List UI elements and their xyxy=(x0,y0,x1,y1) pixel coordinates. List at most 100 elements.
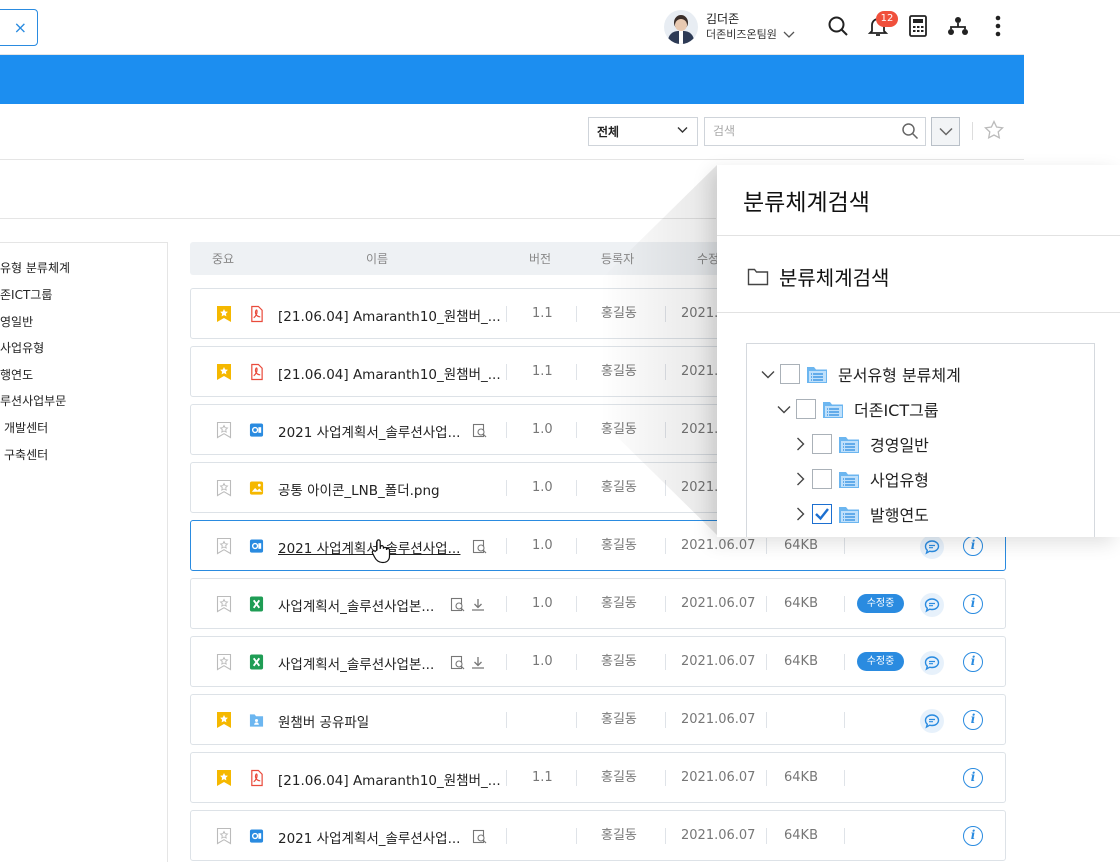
preview-icon[interactable] xyxy=(472,423,488,439)
favorite-star-icon[interactable] xyxy=(983,119,1005,144)
table-row[interactable]: 사업계획서_솔루션사업본... 1.0 홍길동 2021.06.07 64KB 수정중 i xyxy=(190,578,1006,629)
column-divider xyxy=(576,770,577,786)
bookmark-star-outline-icon[interactable] xyxy=(216,537,232,555)
left-tree-item[interactable]: 영일반 xyxy=(0,313,33,330)
comment-button[interactable] xyxy=(920,535,944,559)
info-button[interactable]: i xyxy=(963,826,983,846)
file-name[interactable]: [21.06.04] Amaranth10_원챔버_... xyxy=(278,769,501,789)
search-scope-select[interactable]: 전체 xyxy=(588,117,698,146)
info-button[interactable]: i xyxy=(963,652,983,672)
bookmark-star-icon[interactable] xyxy=(216,305,232,323)
download-icon[interactable] xyxy=(470,597,486,613)
left-tree-item[interactable]: 존ICT그룹 xyxy=(0,286,52,303)
comment-button[interactable] xyxy=(920,709,944,733)
table-row[interactable]: 원챔버 공유파일 홍길동 2021.06.07 i xyxy=(190,694,1006,745)
org-chart-icon[interactable] xyxy=(946,14,970,38)
tree-node-label: 사업유형 xyxy=(870,471,929,490)
preview-icon[interactable] xyxy=(472,539,488,555)
file-name[interactable]: 2021 사업계획서_솔루션사업... xyxy=(278,537,460,557)
chevron-down-icon[interactable] xyxy=(783,31,795,39)
column-header-modified[interactable]: 수정 xyxy=(697,250,719,267)
file-version: 1.1 xyxy=(532,306,553,321)
download-icon[interactable] xyxy=(470,655,486,671)
column-divider xyxy=(844,828,845,844)
comment-button[interactable] xyxy=(920,651,944,675)
left-tree-item[interactable]: 행연도 xyxy=(0,366,33,383)
bookmark-star-outline-icon[interactable] xyxy=(216,653,232,671)
chevron-down-icon[interactable] xyxy=(777,405,791,414)
table-row[interactable]: [21.06.04] Amaranth10_원챔버_... 1.1 홍길동 2021.… xyxy=(190,752,1006,803)
left-tree-item[interactable]: 사업유형 xyxy=(0,339,44,356)
column-header-version[interactable]: 버전 xyxy=(529,250,551,267)
file-name[interactable]: [21.06.04] Amaranth10_원챔버_... xyxy=(278,363,501,383)
file-registrant: 홍길동 xyxy=(601,596,637,611)
info-button[interactable]: i xyxy=(963,710,983,730)
search-scope-value: 전체 xyxy=(597,125,620,139)
tree-checkbox[interactable] xyxy=(796,399,816,419)
info-button[interactable]: i xyxy=(963,594,983,614)
tree-node[interactable]: 사업유형 xyxy=(793,467,929,491)
preview-icon[interactable] xyxy=(472,829,488,845)
column-divider xyxy=(506,422,507,438)
info-button[interactable]: i xyxy=(963,536,983,556)
column-divider xyxy=(766,654,767,670)
tree-node[interactable]: 발행연도 xyxy=(793,502,929,526)
tree-checkbox[interactable] xyxy=(812,504,832,524)
file-name[interactable]: 사업계획서_솔루션사업본... xyxy=(278,653,434,673)
left-tree-item[interactable]: 루션사업부문 xyxy=(0,392,66,409)
chevron-right-icon[interactable] xyxy=(793,437,807,451)
file-name[interactable]: [21.06.04] Amaranth10_원챔버_... xyxy=(278,305,501,325)
bookmark-star-outline-icon[interactable] xyxy=(216,827,232,845)
info-button[interactable]: i xyxy=(963,768,983,788)
bookmark-star-outline-icon[interactable] xyxy=(216,595,232,613)
close-icon[interactable]: × xyxy=(14,18,27,37)
preview-icon[interactable] xyxy=(450,655,466,671)
left-tree-item[interactable]: 구축센터 xyxy=(4,446,48,463)
file-name[interactable]: 공통 아이콘_LNB_폴더.png xyxy=(278,479,440,499)
bookmark-star-icon[interactable] xyxy=(216,769,232,787)
more-icon[interactable] xyxy=(986,14,1010,38)
column-divider xyxy=(844,712,845,728)
table-row[interactable]: 2021 사업계획서_솔루션사업... 홍길동 2021.06.07 64KB i xyxy=(190,810,1006,861)
file-name[interactable]: 사업계획서_솔루션사업본... xyxy=(278,595,434,615)
left-tree-item[interactable]: 개발센터 xyxy=(4,419,48,436)
comment-icon xyxy=(924,714,940,729)
chevron-down-icon[interactable] xyxy=(761,370,775,379)
calculator-icon[interactable] xyxy=(906,14,930,38)
tree-node[interactable]: 더존ICT그룹 xyxy=(777,397,939,421)
search-icon[interactable] xyxy=(901,122,919,140)
bookmark-star-outline-icon[interactable] xyxy=(216,479,232,497)
file-version: 1.0 xyxy=(532,654,553,669)
user-profile[interactable]: 김더존 더존비즈온팀원 xyxy=(664,8,795,46)
tree-checkbox[interactable] xyxy=(780,364,800,384)
advanced-search-toggle[interactable] xyxy=(931,117,960,146)
avatar[interactable] xyxy=(664,10,698,44)
search-input[interactable]: 검색 xyxy=(704,117,926,146)
table-row[interactable]: 사업계획서_솔루션사업본... 1.0 홍길동 2021.06.07 64KB 수정중 i xyxy=(190,636,1006,687)
column-divider xyxy=(844,770,845,786)
file-name[interactable]: 2021 사업계획서_솔루션사업... xyxy=(278,827,460,847)
search-icon[interactable] xyxy=(826,14,850,38)
file-name[interactable]: 2021 사업계획서_솔루션사업... xyxy=(278,421,460,441)
column-header-registrant[interactable]: 등록자 xyxy=(601,250,634,267)
tree-node[interactable]: 경영일반 xyxy=(793,432,929,456)
left-tree-item[interactable]: 유형 분류체계 xyxy=(0,259,70,276)
bookmark-star-outline-icon[interactable] xyxy=(216,421,232,439)
column-header-name[interactable]: 이름 xyxy=(366,250,388,267)
tree-node[interactable]: 문서유형 분류체계 xyxy=(761,362,961,386)
chevron-right-icon[interactable] xyxy=(793,472,807,486)
file-version: 1.0 xyxy=(532,538,553,553)
tree-checkbox[interactable] xyxy=(812,434,832,454)
bookmark-star-icon[interactable] xyxy=(216,711,232,729)
tab-close-button[interactable]: × xyxy=(0,9,38,46)
file-name[interactable]: 원챔버 공유파일 xyxy=(278,711,369,731)
preview-icon[interactable] xyxy=(450,597,466,613)
chevron-right-icon[interactable] xyxy=(793,507,807,521)
bookmark-star-icon[interactable] xyxy=(216,363,232,381)
column-divider xyxy=(576,828,577,844)
tree-checkbox[interactable] xyxy=(812,469,832,489)
comment-button[interactable] xyxy=(920,593,944,617)
file-registrant: 홍길동 xyxy=(601,364,637,379)
column-header-important[interactable]: 중요 xyxy=(212,250,234,267)
file-size: 64KB xyxy=(784,654,818,669)
